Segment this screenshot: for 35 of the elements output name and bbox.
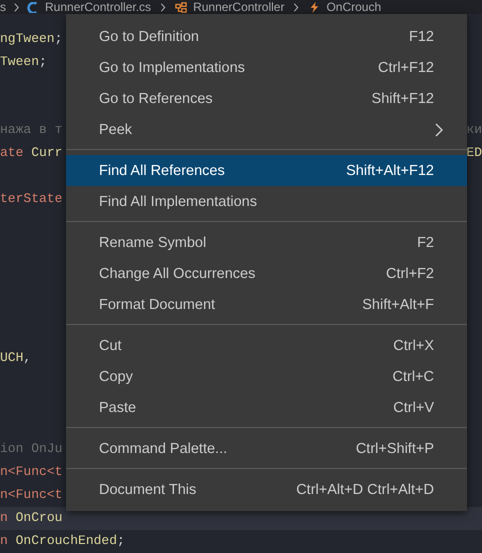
code-text: ngTween;	[0, 30, 62, 48]
code-text: ate Curr	[0, 144, 62, 162]
breadcrumb-item[interactable]: OnCrouch	[326, 0, 382, 14]
menu-item[interactable]: Copy Ctrl+C	[66, 361, 467, 392]
menu-item[interactable]: Peek	[66, 114, 467, 145]
breadcrumb-item[interactable]: RunnerController	[193, 0, 284, 14]
code-text: ED	[466, 144, 482, 162]
menu-item[interactable]: Find All Implementations	[66, 186, 467, 217]
menu-item[interactable]: Format Document Shift+Alt+F	[66, 289, 467, 320]
menu-item[interactable]: Go to Implementations Ctrl+F12	[66, 52, 467, 83]
code-text: ion OnJu	[0, 440, 62, 458]
menu-item[interactable]: Command Palette... Ctrl+Shift+P	[66, 433, 467, 464]
code-text: terState	[0, 190, 62, 208]
breadcrumb-item[interactable]: s	[0, 0, 6, 14]
code-text: Tween;	[0, 52, 47, 71]
chevron-right-icon	[435, 122, 444, 136]
chevron-right-icon	[12, 2, 21, 12]
class-icon	[175, 2, 188, 12]
menu-item[interactable]: Rename Symbol F2	[66, 227, 467, 258]
code-text: n<Func<t	[0, 486, 62, 504]
code-text: n OnCrou	[0, 508, 62, 527]
code-text: ки	[466, 121, 482, 140]
breadcrumb-item[interactable]: RunnerController.cs	[45, 0, 152, 14]
menu-item[interactable]: Go to Definition F12	[66, 21, 467, 52]
menu-item[interactable]: Change All Occurrences Ctrl+F2	[66, 258, 467, 289]
menu-item[interactable]: Find All References Shift+Alt+F12	[66, 155, 467, 186]
code-text: n OnCrouchEnded;	[0, 532, 125, 550]
menu-item[interactable]: Paste Ctrl+V	[66, 392, 467, 423]
code-text: n<Func<t	[0, 463, 62, 482]
menu-item[interactable]: Cut Ctrl+X	[66, 330, 467, 361]
code-text: UCH,	[0, 349, 32, 368]
c-sharp-file-icon	[27, 2, 39, 12]
menu-item[interactable]: Go to References Shift+F12	[66, 83, 467, 114]
code-text: нажа в т	[0, 121, 62, 140]
menu-item[interactable]: Document This Ctrl+Alt+D Ctrl+Alt+D	[66, 474, 467, 505]
